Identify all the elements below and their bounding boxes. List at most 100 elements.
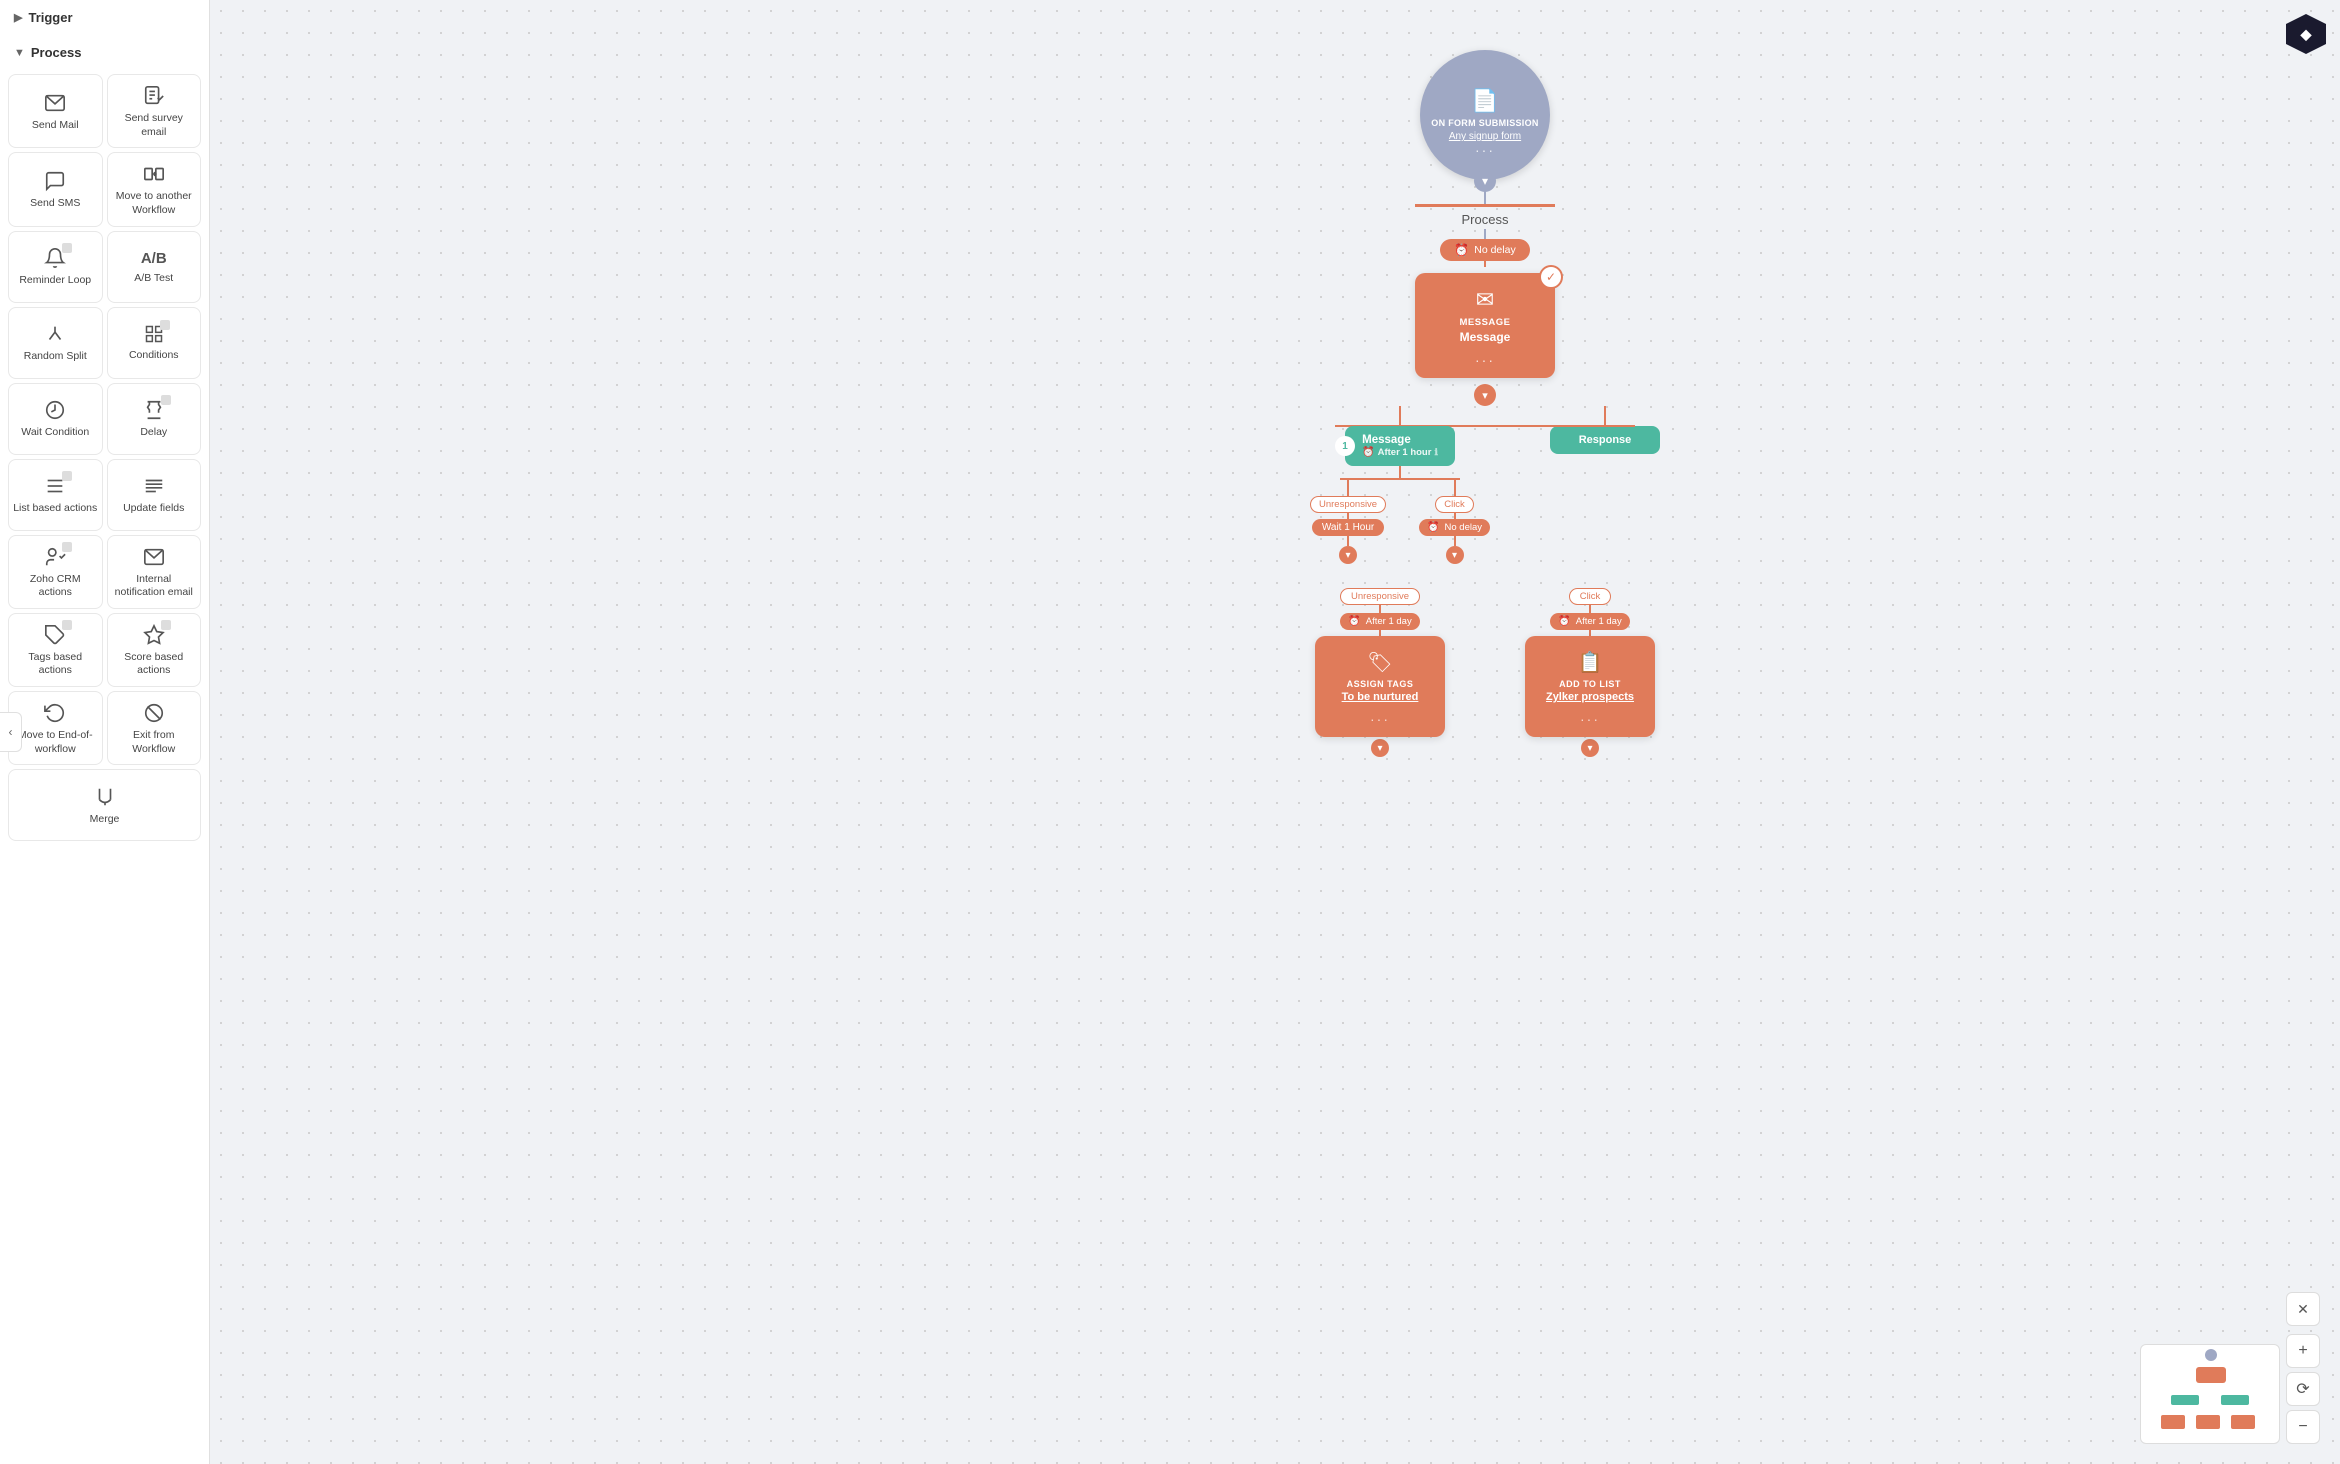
conditions-label: Conditions bbox=[129, 349, 179, 363]
no-delay-badge[interactable]: ⏰ No delay bbox=[1440, 239, 1529, 261]
info-icon: ℹ bbox=[1434, 447, 1437, 458]
sidebar-item-zoho-crm[interactable]: Zoho CRM actions bbox=[8, 535, 103, 609]
unresponsive-col: Unresponsive Wait 1 Hour ▾ bbox=[1310, 478, 1386, 564]
trigger-node[interactable]: 📄 ON FORM SUBMISSION Any signup form ···… bbox=[1420, 50, 1550, 180]
click-col: Click ⏰ No delay ▾ bbox=[1419, 478, 1490, 564]
sidebar-item-reminder-loop[interactable]: Reminder Loop bbox=[8, 231, 103, 303]
tags-actions-icon bbox=[44, 624, 66, 646]
trigger-node-icon: 📄 bbox=[1471, 88, 1498, 114]
process-section-header[interactable]: ▼ Process bbox=[0, 35, 209, 70]
after-1day-right-badge[interactable]: ⏰ After 1 day bbox=[1550, 613, 1629, 630]
click-no-delay-badge[interactable]: ⏰ No delay bbox=[1419, 519, 1490, 536]
message-node-name: Message bbox=[1431, 330, 1539, 344]
bottom-click-label: Click bbox=[1569, 588, 1612, 605]
left-branch-top-line bbox=[1399, 406, 1401, 426]
sidebar-item-internal-notif[interactable]: Internal notification email bbox=[107, 535, 202, 609]
ab-test-label: A/B Test bbox=[134, 272, 173, 286]
send-mail-icon bbox=[44, 92, 66, 114]
branches-wrapper: 1 Message ⏰ After 1 hour ℹ bbox=[1235, 406, 1735, 564]
branch-right-label: Response bbox=[1579, 434, 1632, 446]
collapse-sidebar-button[interactable]: ‹ bbox=[0, 712, 22, 752]
assign-tags-icon: 🏷 bbox=[1327, 650, 1433, 675]
bottom-unresponsive-label: Unresponsive bbox=[1340, 588, 1420, 605]
branch-number: 1 bbox=[1335, 436, 1355, 456]
connector-process-to-delay bbox=[1484, 229, 1486, 239]
unsub-top bbox=[1347, 478, 1349, 496]
sidebar-item-conditions[interactable]: Conditions bbox=[107, 307, 202, 379]
process-items-grid: Send Mail Send survey email Send SMS Mov… bbox=[0, 70, 209, 851]
left-sub-h-wrapper: Unresponsive Wait 1 Hour ▾ bbox=[1310, 478, 1490, 564]
exit-workflow-icon bbox=[143, 702, 165, 724]
sidebar-item-update-fields[interactable]: Update fields bbox=[107, 459, 202, 531]
after-1day-left-badge[interactable]: ⏰ After 1 day bbox=[1340, 613, 1419, 630]
sidebar-item-merge[interactable]: Merge bbox=[8, 769, 201, 841]
unsub-bot bbox=[1347, 536, 1349, 546]
sidebar-item-ab-test[interactable]: A/B A/B Test bbox=[107, 231, 202, 303]
left-sub-top-line bbox=[1399, 466, 1401, 478]
branch-left-delay: After 1 hour bbox=[1378, 447, 1432, 458]
internal-notif-label: Internal notification email bbox=[112, 573, 197, 600]
close-minimap-button[interactable]: ✕ bbox=[2286, 1292, 2320, 1326]
add-to-list-title: ADD TO LIST bbox=[1537, 679, 1643, 689]
branch-area-wrapper: 1 Message ⏰ After 1 hour ℹ bbox=[1235, 406, 1735, 757]
assign-tags-node[interactable]: 🏷 ASSIGN TAGS To be nurtured ··· bbox=[1315, 636, 1445, 737]
left-sub-branches: Unresponsive Wait 1 Hour ▾ bbox=[1310, 478, 1490, 564]
sidebar-item-score-actions[interactable]: Score based actions bbox=[107, 613, 202, 687]
click-top bbox=[1454, 478, 1456, 496]
add-to-list-node[interactable]: 📋 ADD TO LIST Zylker prospects ··· bbox=[1525, 636, 1655, 737]
send-survey-label: Send survey email bbox=[112, 112, 197, 139]
zoho-crm-label: Zoho CRM actions bbox=[13, 573, 98, 600]
send-sms-icon bbox=[44, 170, 66, 192]
no-delay-text: No delay bbox=[1474, 244, 1515, 256]
clock-icon: ⏰ bbox=[1454, 243, 1469, 257]
message-node[interactable]: ✓ ✉ MESSAGE Message ··· bbox=[1415, 273, 1555, 378]
sidebar-item-send-survey[interactable]: Send survey email bbox=[107, 74, 202, 148]
sidebar-item-wait-condition[interactable]: Wait Condition bbox=[8, 383, 103, 455]
move-end-icon bbox=[44, 702, 66, 724]
assign-tags-title: ASSIGN TAGS bbox=[1327, 679, 1433, 689]
wait-1hr-badge[interactable]: Wait 1 Hour bbox=[1312, 519, 1384, 536]
sidebar-item-random-split[interactable]: Random Split bbox=[8, 307, 103, 379]
process-label: Process bbox=[31, 45, 82, 60]
sidebar-item-move-workflow[interactable]: Move to another Workflow bbox=[107, 152, 202, 226]
branch-left-label: Message bbox=[1362, 434, 1411, 446]
sidebar-item-move-end[interactable]: Move to End-of-workflow bbox=[8, 691, 103, 765]
sidebar-item-list-actions[interactable]: List based actions bbox=[8, 459, 103, 531]
add-to-list-col: Click ⏰ After 1 day 📋 ADD TO LIST Zylker… bbox=[1525, 588, 1655, 757]
message-branch-node[interactable]: 1 Message ⏰ After 1 hour ℹ bbox=[1345, 426, 1455, 466]
sidebar-item-exit-workflow[interactable]: Exit from Workflow bbox=[107, 691, 202, 765]
trigger-node-title: ON FORM SUBMISSION bbox=[1431, 118, 1538, 128]
merge-icon bbox=[94, 786, 116, 808]
canvas-area: ◆ 📄 ON FORM SUBMISSION Any signup form ·… bbox=[210, 0, 2340, 1464]
reminder-loop-label: Reminder Loop bbox=[19, 274, 91, 288]
bottom-left-v1 bbox=[1379, 605, 1381, 613]
process-bar bbox=[1415, 204, 1555, 207]
unresponsive-label: Unresponsive bbox=[1310, 496, 1386, 513]
add-to-list-dots: ··· bbox=[1537, 711, 1643, 727]
click-label: Click bbox=[1435, 496, 1474, 513]
internal-notif-icon bbox=[143, 546, 165, 568]
list-actions-icon bbox=[44, 475, 66, 497]
sidebar-item-delay[interactable]: Delay bbox=[107, 383, 202, 455]
unsub-arrow: ▾ bbox=[1339, 546, 1357, 564]
zoom-in-button[interactable]: + bbox=[2286, 1334, 2320, 1368]
add-to-list-name: Zylker prospects bbox=[1537, 691, 1643, 703]
trigger-node-sub: Any signup form bbox=[1449, 131, 1521, 142]
sidebar-item-send-sms[interactable]: Send SMS bbox=[8, 152, 103, 226]
sidebar-item-send-mail[interactable]: Send Mail bbox=[8, 74, 103, 148]
message-node-icon: ✉ bbox=[1431, 287, 1539, 313]
zoom-out-button[interactable]: − bbox=[2286, 1410, 2320, 1444]
ab-test-icon: A/B bbox=[141, 250, 167, 267]
trigger-section-header[interactable]: ▶ Trigger bbox=[0, 0, 209, 35]
move-workflow-label: Move to another Workflow bbox=[112, 190, 197, 217]
sidebar-item-tags-actions[interactable]: Tags based actions bbox=[8, 613, 103, 687]
move-workflow-icon bbox=[143, 163, 165, 185]
click-arrow: ▾ bbox=[1446, 546, 1464, 564]
sidebar: ▶ Trigger ▼ Process Send Mail Send surve… bbox=[0, 0, 210, 1464]
message-node-title: MESSAGE bbox=[1431, 317, 1539, 328]
response-branch-node[interactable]: Response bbox=[1550, 426, 1660, 454]
add-to-list-arrow: ▾ bbox=[1581, 739, 1599, 757]
flow-diagram: 📄 ON FORM SUBMISSION Any signup form ···… bbox=[1135, 20, 1835, 757]
zoom-reset-button[interactable]: ⟳ bbox=[2286, 1372, 2320, 1406]
conditions-icon bbox=[144, 324, 164, 344]
